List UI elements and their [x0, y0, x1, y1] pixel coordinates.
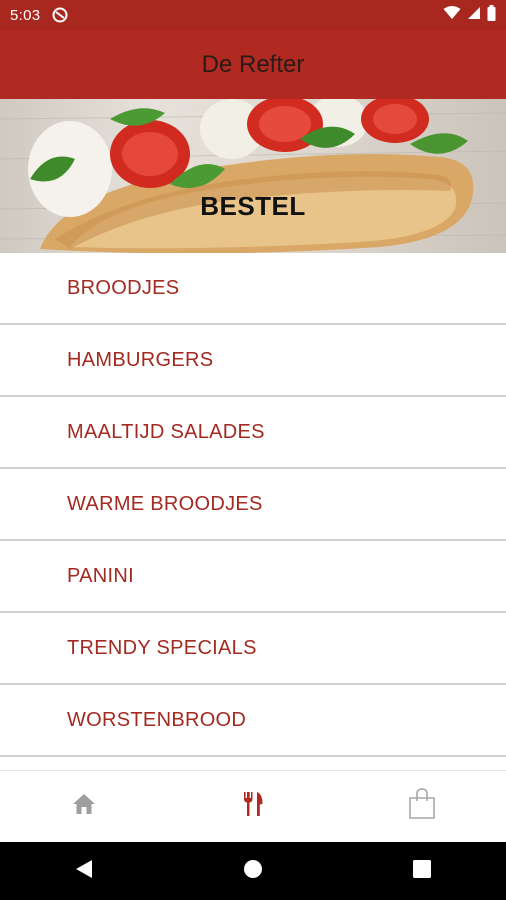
- app-bar: De Refter: [0, 30, 506, 99]
- recents-icon: [412, 859, 431, 883]
- category-label: MAALTIJD SALADES: [67, 420, 265, 443]
- battery-icon: [487, 4, 496, 26]
- category-label: WARME BROODJES: [67, 492, 263, 515]
- system-back-button[interactable]: [54, 842, 114, 900]
- category-item[interactable]: WORSTENBROOD: [0, 685, 506, 757]
- category-label: TRENDY SPECIALS: [67, 636, 257, 659]
- category-label: WORSTENBROOD: [67, 708, 247, 731]
- category-item[interactable]: TRENDY SPECIALS: [0, 613, 506, 685]
- category-label: PANINI: [67, 564, 134, 587]
- back-icon: [75, 859, 93, 884]
- category-item[interactable]: PANINI: [0, 541, 506, 613]
- system-home-button[interactable]: [223, 842, 283, 900]
- category-item[interactable]: WARME BROODJES: [0, 469, 506, 541]
- status-icons: [443, 4, 496, 26]
- status-time: 5:03: [10, 6, 41, 24]
- wifi-icon: [443, 5, 461, 25]
- hero-title: BESTEL: [200, 190, 306, 221]
- status-bar: 5:03: [0, 0, 506, 30]
- category-label: HAMBURGERS: [67, 348, 214, 371]
- bottom-navigation: [0, 770, 506, 842]
- category-label: BROODJES: [67, 276, 180, 299]
- hero-banner: BESTEL: [0, 99, 506, 253]
- nav-home-button[interactable]: [0, 771, 169, 843]
- category-item[interactable]: MAALTIJD SALADES: [0, 397, 506, 469]
- category-item[interactable]: HAMBURGERS: [0, 325, 506, 397]
- category-list: BROODJES HAMBURGERS MAALTIJD SALADES WAR…: [0, 253, 506, 757]
- fork-knife-icon: [241, 791, 265, 822]
- app-title: De Refter: [201, 50, 305, 78]
- data-saver-icon: [52, 7, 68, 23]
- home-icon: [72, 793, 96, 820]
- category-item[interactable]: BROODJES: [0, 253, 506, 325]
- shopping-bag-icon: [407, 788, 437, 825]
- system-recents-button[interactable]: [392, 842, 452, 900]
- system-navigation-bar: [0, 842, 506, 900]
- nav-menu-button[interactable]: [169, 771, 338, 843]
- home-circle-icon: [243, 859, 263, 884]
- nav-cart-button[interactable]: [337, 771, 506, 843]
- signal-icon: [467, 6, 481, 25]
